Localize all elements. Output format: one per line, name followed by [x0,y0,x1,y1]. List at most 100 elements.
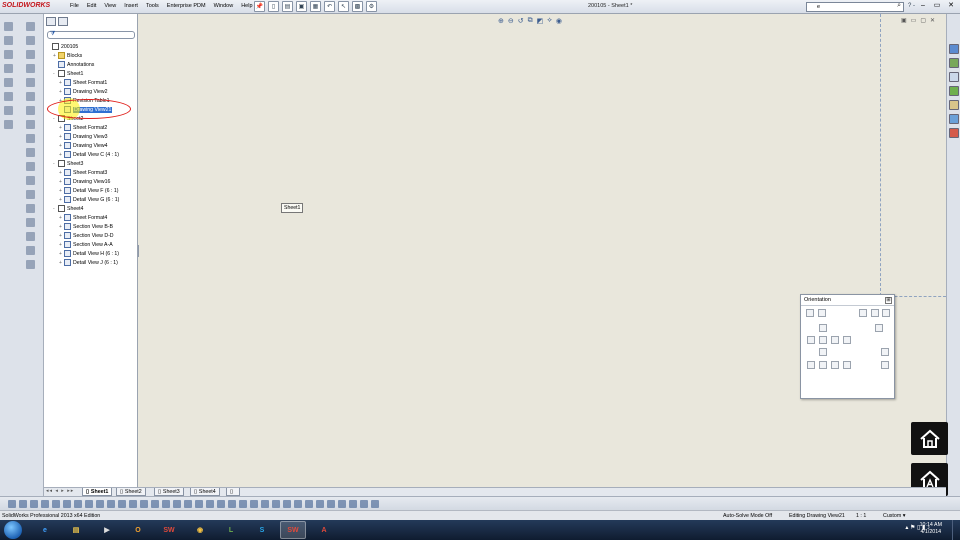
tree-node[interactable]: + Section View D-D [59,231,114,240]
two-view-horizontal-icon[interactable] [819,361,827,369]
tree-node[interactable]: + Drawing View4 [59,141,108,150]
model-items-icon[interactable] [26,22,35,31]
format-painter-icon[interactable] [26,36,35,45]
single-view-icon[interactable] [807,361,815,369]
menu-file[interactable]: File [70,3,79,9]
tree-node[interactable]: + Sheet Format1 [59,78,107,87]
left-view-icon[interactable] [807,336,815,344]
fillet-icon[interactable] [151,500,159,508]
table-icon[interactable] [349,500,357,508]
align-icon[interactable] [316,500,324,508]
restore-button[interactable]: ▭ [932,2,942,10]
front-view-icon[interactable] [819,336,827,344]
hide-show-icon[interactable]: ◉ [556,17,562,25]
appearances-icon[interactable] [949,114,959,124]
centerline-icon[interactable] [26,134,35,143]
tree-node[interactable]: + Blocks [53,51,82,60]
tree-node[interactable]: + Detail View H (6 : 1) [59,249,119,258]
pin-dialog-icon[interactable]: ⊞ [885,297,892,304]
viewport-close-icon[interactable]: ✕ [930,17,935,24]
point-icon[interactable] [85,500,93,508]
section-view-icon[interactable]: ◩ [537,17,544,25]
right-view-icon[interactable] [831,336,839,344]
revision-cloud-icon[interactable] [26,162,35,171]
balloon-icon[interactable] [4,64,13,73]
layer-icon[interactable] [26,246,35,255]
close-button[interactable]: ✕ [946,2,956,10]
menu-window[interactable]: Window [214,3,234,9]
offset-icon[interactable] [129,500,137,508]
tree-node[interactable]: + Sheet Format4 [59,213,107,222]
hatch-icon[interactable] [228,500,236,508]
search-icon[interactable]: ⌕ [897,2,901,10]
view-orientation-icon[interactable]: ⧉ [528,17,533,25]
new-view-icon[interactable] [806,309,814,317]
relation-icon[interactable] [184,500,192,508]
trim-icon[interactable] [118,500,126,508]
pin-orientation-icon[interactable] [882,309,890,317]
tab-scroll-arrows[interactable]: ◂◂ ◂ ▸ ▸▸ [46,488,74,494]
tree-filter-input[interactable]: ⧩ [47,31,135,39]
top-view-icon[interactable] [819,324,827,332]
sheet-tab-3[interactable]: ▯ Sheet3 [154,488,184,496]
tree-node[interactable]: + Sheet Format3 [59,168,107,177]
balloon-icon[interactable] [327,500,335,508]
tree-node[interactable]: + Detail View F (6 : 1) [59,186,118,195]
tree-node[interactable]: + Drawing View2 [59,87,108,96]
view-palette-icon[interactable] [949,100,959,110]
menu-edit[interactable]: Edit [87,3,96,9]
start-button[interactable] [4,521,22,539]
note-icon[interactable] [338,500,346,508]
chrome-icon[interactable]: ◉ [187,521,213,539]
tree-node[interactable]: + Detail View G (6 : 1) [59,195,119,204]
solidworks-logo[interactable]: SOLIDWORKS [2,2,50,9]
zoom-to-fit-icon[interactable]: ⊕ [498,17,504,25]
hide-edge-icon[interactable] [283,500,291,508]
sheet-tab-2[interactable]: ▯ Sheet2 [116,488,146,496]
menu-enterprise-pdm[interactable]: Enterprise PDM [167,3,206,9]
insert-image-icon[interactable] [26,204,35,213]
tables-icon[interactable] [26,176,35,185]
center-mark-icon[interactable] [26,120,35,129]
bottom-view-icon[interactable] [819,348,827,356]
options-icon[interactable]: ⚙ [366,1,377,12]
table-insert-icon[interactable] [26,260,35,269]
previous-view-icon[interactable]: ↺ [518,17,524,25]
tree-node[interactable]: + Detail View C (4 : 1) [59,150,119,159]
align-icon[interactable] [26,218,35,227]
convert-icon[interactable] [173,500,181,508]
add-sheet-tab[interactable]: ▯ [226,488,240,496]
datum-target-icon[interactable] [26,106,35,115]
select-icon[interactable] [8,500,16,508]
show-desktop-button[interactable] [952,520,960,540]
sketch-icon[interactable] [19,500,27,508]
auto-balloon-icon[interactable] [26,64,35,73]
smart-dimension-icon[interactable] [4,22,13,31]
update-standard-views-icon[interactable] [818,309,826,317]
clock[interactable]: 10:14 AM 4/1/2014 [920,522,942,536]
viewport-restore-icon[interactable]: ▢ [920,17,926,24]
rectangle-icon[interactable] [41,500,49,508]
display-style-icon[interactable]: ⟡ [547,17,552,25]
open-icon[interactable]: ▤ [282,1,293,12]
spell-checker-icon[interactable] [4,36,13,45]
file-explorer-icon[interactable] [949,72,959,82]
arc-icon[interactable] [63,500,71,508]
magnetic-line-icon[interactable] [26,190,35,199]
solidworks-app-icon[interactable]: SW [156,521,182,539]
pin-icon[interactable]: 📌 [254,1,265,12]
status-units[interactable]: Custom ▾ [883,513,905,519]
zoom-to-area-icon[interactable]: ⊖ [508,17,514,25]
tree-node[interactable]: + Drawing View3 [59,132,108,141]
search-input[interactable] [807,3,889,11]
line-thickness-icon[interactable] [272,500,280,508]
custom-properties-icon[interactable] [949,128,959,138]
tree-node[interactable]: - Sheet1 [53,69,83,78]
surface-finish-icon[interactable] [4,78,13,87]
tree-node[interactable]: + Detail View J (6 : 1) [59,258,118,267]
help-button[interactable]: ? - [908,3,915,9]
tree-node[interactable]: Annotations [53,60,94,69]
menu-insert[interactable]: Insert [124,3,138,9]
file-explorer-icon[interactable]: ▤ [63,521,89,539]
line-icon[interactable] [30,500,38,508]
